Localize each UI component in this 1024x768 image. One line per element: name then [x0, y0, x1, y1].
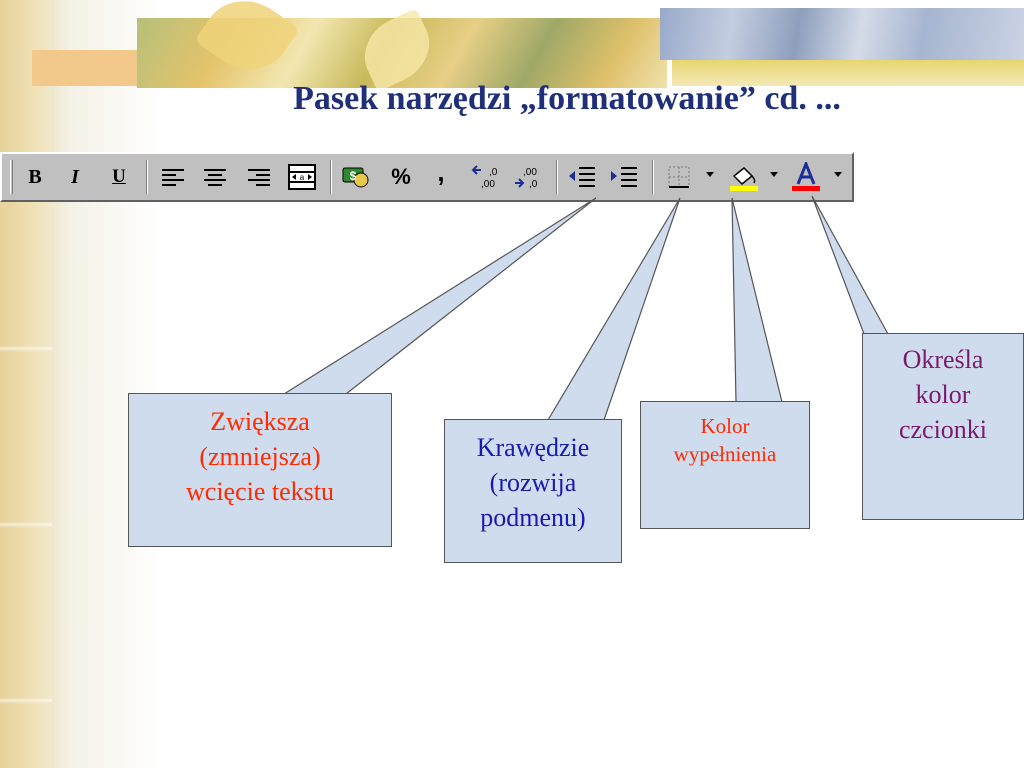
font-color-callout-line: kolor: [915, 380, 971, 409]
borders-callout-line: Krawędzie: [476, 433, 590, 462]
fill-callout-line: Kolor: [700, 414, 750, 438]
font-color-callout-pointer: [811, 195, 890, 335]
fill-callout-pointer: [731, 197, 783, 403]
slide: Pasek narzędzi „formatowanie” cd. ... B …: [0, 0, 1024, 768]
indent-callout: Zwiększa (zmniejsza) wcięcie tekstu: [128, 393, 392, 547]
fill-callout: Kolor wypełnienia: [640, 401, 810, 529]
indent-callout-pointer: [281, 197, 597, 395]
font-color-callout: Określa kolor czcionki: [862, 333, 1024, 520]
font-color-callout-line: czcionki: [898, 415, 988, 444]
indent-callout-line: wcięcie tekstu: [186, 477, 334, 506]
fill-callout-line: wypełnienia: [673, 442, 777, 466]
borders-callout: Krawędzie (rozwija podmenu): [444, 419, 622, 563]
borders-callout-pointer: [546, 197, 681, 421]
borders-callout-line: (rozwija: [489, 468, 577, 497]
borders-callout-line: podmenu): [480, 503, 586, 532]
font-color-callout-line: Określa: [902, 345, 984, 374]
indent-callout-line: (zmniejsza): [199, 442, 321, 471]
indent-callout-line: Zwiększa: [210, 407, 310, 436]
